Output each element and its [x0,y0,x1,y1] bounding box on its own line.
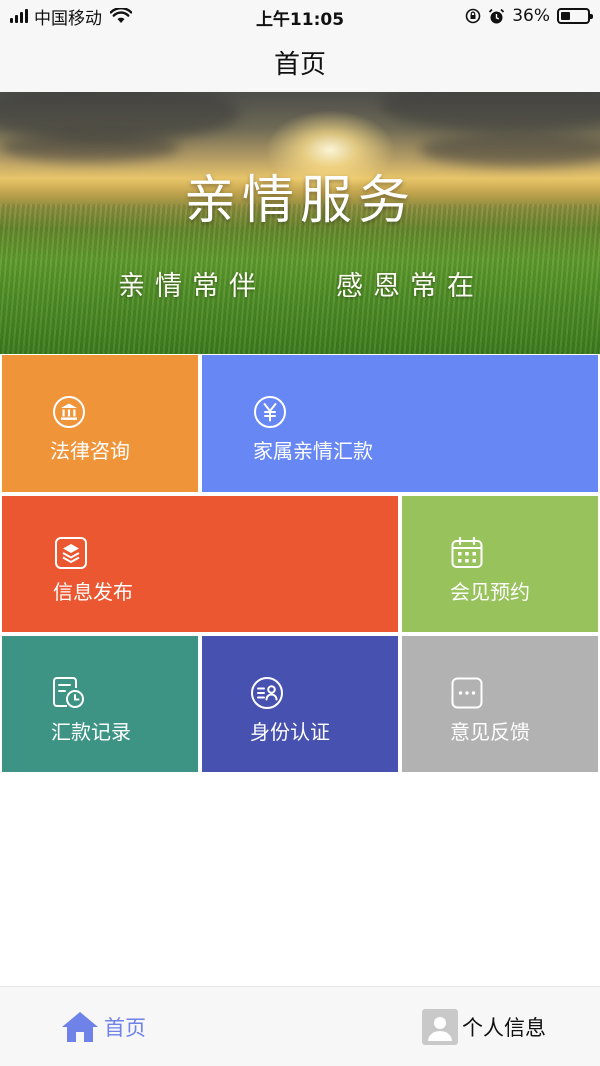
bank-icon [53,396,85,428]
yen-icon [254,396,286,428]
tile-identity-verification[interactable]: 身份认证 [202,636,398,772]
signal-icon [10,9,28,23]
calendar-icon [451,536,483,568]
tile-remittance-records[interactable]: 汇款记录 [2,636,198,772]
rotation-lock-icon [465,8,481,24]
alarm-icon [489,8,505,23]
battery-fill [561,12,570,20]
status-left: 中国移动 [10,5,132,29]
tile-family-remittance[interactable]: 家属亲情汇款 [202,355,598,492]
battery-percent: 36% [512,6,550,26]
tile-label: 会见预约 [450,580,530,604]
wifi-icon [110,8,132,23]
navigation-bar: 首页 [0,32,600,92]
carrier-name: 中国移动 [34,8,102,29]
tab-profile[interactable]: 个人信息 [422,987,546,1066]
tile-legal-consult[interactable]: 法律咨询 [2,355,198,492]
tab-label: 个人信息 [462,1016,546,1040]
tile-label: 法律咨询 [50,439,130,463]
tab-home[interactable]: 首页 [60,987,146,1066]
tab-bar: 首页 个人信息 [0,986,600,1066]
tile-label: 汇款记录 [51,720,131,744]
tab-label: 首页 [104,1016,146,1040]
id-card-icon [251,677,283,709]
banner-title: 亲情服务 [183,171,416,231]
tile-label: 信息发布 [53,580,133,604]
person-icon [422,1009,458,1045]
message-icon [451,677,483,709]
layers-icon [55,537,87,569]
banner: 亲情服务 亲情常伴 感恩常在 [0,92,600,354]
home-icon [62,1012,98,1042]
tile-label: 身份认证 [250,720,330,744]
status-right: 36% [465,5,593,27]
banner-subtitle-right: 感恩常在 [336,271,484,302]
banner-subtitle-left: 亲情常伴 [118,271,266,302]
status-bar: 中国移动 上午11:05 36% [0,0,600,32]
tile-label: 家属亲情汇款 [253,439,373,463]
tile-feedback[interactable]: 意见反馈 [402,636,598,772]
tile-label: 意见反馈 [450,720,530,744]
page-title: 首页 [273,49,326,80]
record-clock-icon [53,677,84,708]
battery-icon [557,8,593,24]
tile-visit-appointment[interactable]: 会见预约 [402,496,598,632]
tile-info-publish[interactable]: 信息发布 [2,496,398,632]
